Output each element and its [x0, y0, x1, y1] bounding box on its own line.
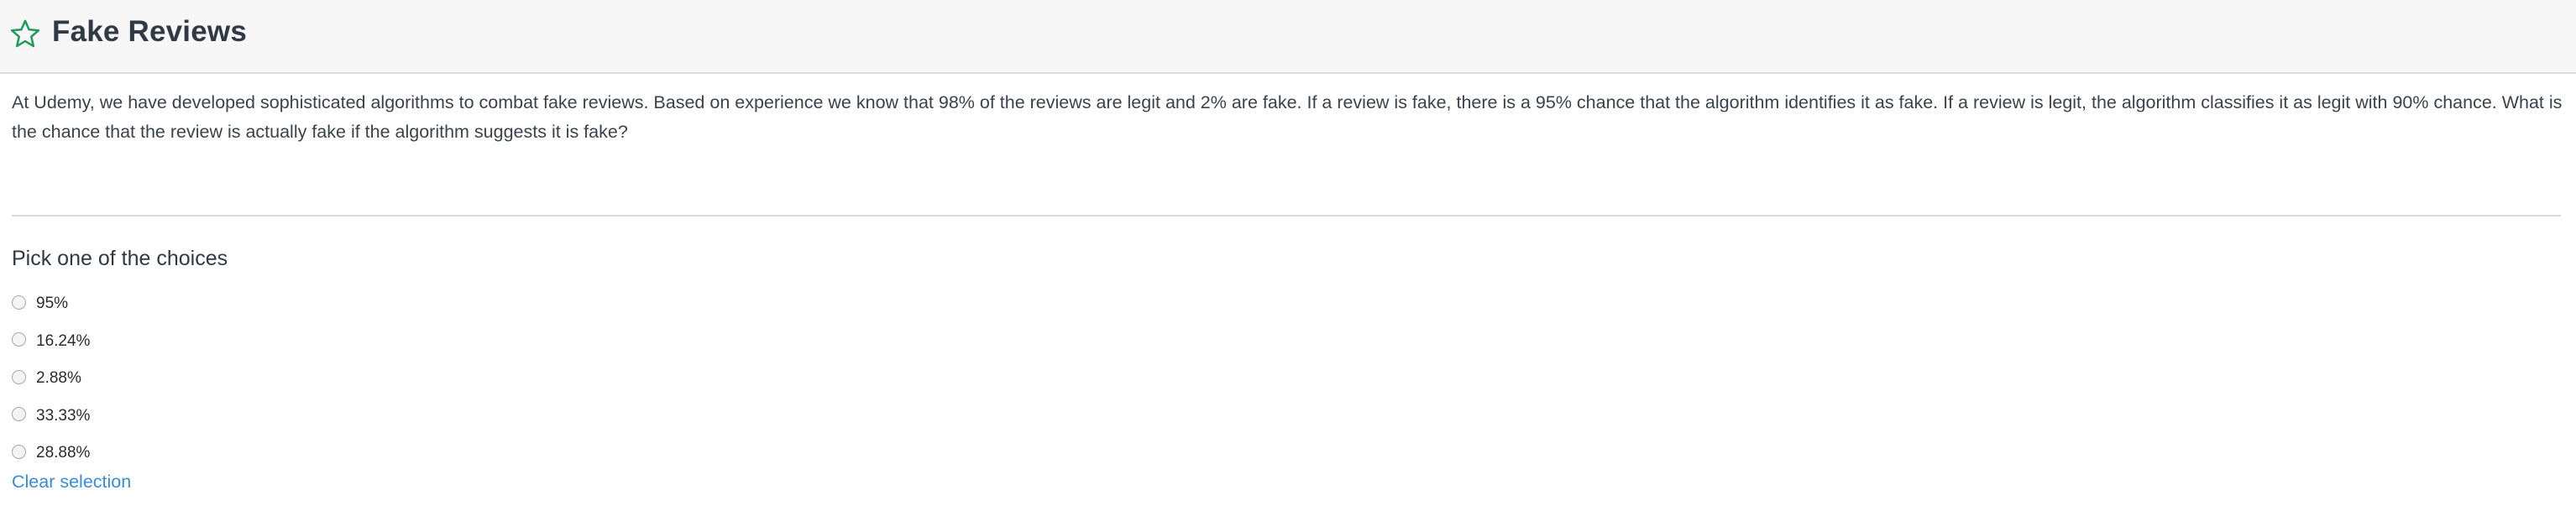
radio-button[interactable]	[12, 332, 26, 347]
choice-label[interactable]: 33.33%	[36, 407, 90, 425]
star-outline-icon[interactable]	[9, 18, 41, 50]
radio-button[interactable]	[12, 369, 26, 384]
divider	[12, 215, 2561, 216]
radio-button[interactable]	[12, 444, 26, 459]
question-header: Fake Reviews	[0, 0, 2576, 74]
choice-list: 95% 16.24% 2.88% 33.33% 28.88%	[12, 285, 90, 472]
choice-label[interactable]: 95%	[36, 295, 68, 313]
choice-option[interactable]: 16.24%	[12, 323, 90, 361]
radio-button[interactable]	[12, 407, 26, 422]
choice-option[interactable]: 28.88%	[12, 435, 90, 472]
choice-label[interactable]: 2.88%	[36, 369, 81, 388]
choice-option[interactable]: 33.33%	[12, 398, 90, 436]
choice-label[interactable]: 16.24%	[36, 332, 90, 351]
choice-option[interactable]: 2.88%	[12, 360, 90, 398]
question-text: At Udemy, we have developed sophisticate…	[12, 92, 2563, 142]
question-title: Fake Reviews	[52, 15, 247, 48]
choices-prompt: Pick one of the choices	[12, 247, 228, 270]
clear-selection-link[interactable]: Clear selection	[12, 472, 131, 493]
choice-option[interactable]: 95%	[12, 285, 90, 323]
radio-button[interactable]	[12, 295, 26, 310]
choice-label[interactable]: 28.88%	[36, 444, 90, 462]
